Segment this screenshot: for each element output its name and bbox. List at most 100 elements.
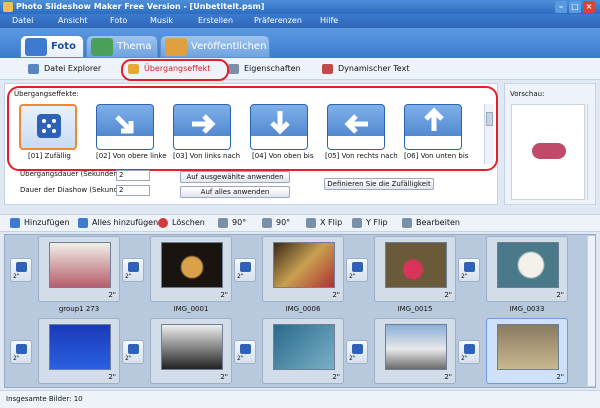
duration-input[interactable]: 2 bbox=[116, 170, 150, 181]
menu-ansicht[interactable]: Ansicht bbox=[58, 14, 88, 28]
photo-image bbox=[385, 242, 447, 288]
subtab-label: Eigenschaften bbox=[244, 64, 301, 73]
highlight-transitions bbox=[7, 86, 498, 171]
menu-musik[interactable]: Musik bbox=[150, 14, 173, 28]
y-flip-button[interactable]: Y Flip bbox=[352, 217, 388, 229]
photo-image bbox=[497, 242, 559, 288]
photo-image bbox=[273, 242, 335, 288]
rotate-right-icon bbox=[262, 218, 272, 228]
tab-foto[interactable]: Foto bbox=[20, 35, 84, 58]
slide-thumbnail[interactable]: 2" bbox=[262, 318, 344, 384]
slide-label: group1 273 bbox=[58, 305, 100, 313]
transition-duration: 2" bbox=[125, 355, 132, 362]
dice-icon bbox=[128, 262, 139, 272]
photo-image bbox=[497, 324, 559, 370]
transition-duration: 2" bbox=[349, 355, 356, 362]
dice-icon bbox=[128, 344, 139, 354]
dice-icon bbox=[240, 344, 251, 354]
slide-duration: 2" bbox=[108, 373, 116, 381]
slide-transition[interactable]: 2" bbox=[122, 258, 144, 282]
y-flip-icon bbox=[352, 218, 362, 228]
show-duration-input[interactable]: 2 bbox=[116, 185, 150, 196]
dice-icon bbox=[464, 262, 475, 272]
photo-image bbox=[161, 324, 223, 370]
define-random-button[interactable]: Definieren Sie die Zufälligkeit bbox=[324, 178, 434, 190]
slide-transition[interactable]: 2" bbox=[10, 258, 32, 282]
slide-transition[interactable]: 2" bbox=[10, 340, 32, 364]
tab-label: Thema bbox=[117, 41, 152, 52]
slide-duration: 2" bbox=[444, 291, 452, 299]
photo-image bbox=[161, 242, 223, 288]
delete-button[interactable]: Löschen bbox=[158, 217, 205, 229]
dice-icon bbox=[352, 262, 363, 272]
slide-duration: 2" bbox=[220, 373, 228, 381]
slide-label: IMG_0033 bbox=[509, 305, 545, 313]
slide-transition[interactable]: 2" bbox=[346, 340, 368, 364]
publish-icon bbox=[165, 38, 187, 56]
storyboard-scrollbar[interactable] bbox=[587, 236, 595, 386]
close-button[interactable]: × bbox=[583, 1, 595, 13]
slide-thumbnail[interactable]: 2" bbox=[486, 236, 568, 302]
magnifier-icon bbox=[28, 64, 39, 74]
apply-all-button[interactable]: Auf alles anwenden bbox=[180, 186, 290, 198]
tab-thema[interactable]: Thema bbox=[86, 35, 158, 58]
slide-transition[interactable]: 2" bbox=[122, 340, 144, 364]
preview-figure bbox=[532, 143, 566, 159]
preview-scrollbar[interactable] bbox=[587, 104, 595, 200]
subtab-eigenschaften[interactable]: Eigenschaften bbox=[226, 62, 301, 76]
subtab-label: Dynamischer Text bbox=[338, 64, 410, 73]
menu-datei[interactable]: Datei bbox=[12, 14, 33, 28]
add-all-button[interactable]: Alles hinzufügen bbox=[78, 217, 158, 229]
slide-duration: 2" bbox=[332, 291, 340, 299]
apply-selected-button[interactable]: Auf ausgewählte anwenden bbox=[180, 171, 290, 183]
dice-icon bbox=[16, 344, 27, 354]
edit-icon bbox=[402, 218, 412, 228]
menu-foto[interactable]: Foto bbox=[110, 14, 127, 28]
minimize-button[interactable]: – bbox=[555, 1, 567, 13]
rotate-right-label: 90° bbox=[276, 218, 291, 227]
rotate-right-button[interactable]: 90° bbox=[262, 217, 290, 229]
slide-thumbnail[interactable]: 2" bbox=[150, 236, 232, 302]
status-text: Insgesamte Bilder: 10 bbox=[6, 395, 83, 403]
tab-veroeffentlichen[interactable]: Veröffentlichen bbox=[160, 35, 270, 58]
slide-label: IMG_0001 bbox=[173, 305, 209, 313]
slide-transition[interactable]: 2" bbox=[458, 340, 480, 364]
dice-icon bbox=[352, 344, 363, 354]
slide-duration: 2" bbox=[220, 291, 228, 299]
transition-duration: 2" bbox=[13, 273, 20, 280]
slide-label: IMG_0006 bbox=[285, 305, 321, 313]
slide-transition[interactable]: 2" bbox=[234, 340, 256, 364]
slide-thumbnail[interactable]: 2" bbox=[486, 318, 568, 384]
transition-duration: 2" bbox=[237, 355, 244, 362]
title-bar: Photo Slideshow Maker Free Version - [Un… bbox=[0, 0, 600, 14]
slide-thumbnail[interactable]: 2" bbox=[38, 236, 120, 302]
add-button[interactable]: Hinzufügen bbox=[10, 217, 70, 229]
slide-thumbnail[interactable]: 2" bbox=[374, 318, 456, 384]
maximize-button[interactable]: □ bbox=[569, 1, 581, 13]
subtab-datei-explorer[interactable]: Datei Explorer bbox=[26, 62, 101, 76]
menu-hilfe[interactable]: Hilfe bbox=[320, 14, 338, 28]
subtab-label: Datei Explorer bbox=[44, 64, 102, 73]
slide-thumbnail[interactable]: 2" bbox=[262, 236, 344, 302]
photo-icon bbox=[25, 38, 47, 56]
x-flip-button[interactable]: X Flip bbox=[306, 217, 342, 229]
slide-thumbnail[interactable]: 2" bbox=[150, 318, 232, 384]
rotate-left-button[interactable]: 90° bbox=[218, 217, 246, 229]
transition-duration: 2" bbox=[125, 273, 132, 280]
slide-transition[interactable]: 2" bbox=[234, 258, 256, 282]
slide-transition[interactable]: 2" bbox=[346, 258, 368, 282]
slide-transition[interactable]: 2" bbox=[458, 258, 480, 282]
y-flip-label: Y Flip bbox=[366, 218, 388, 227]
x-flip-icon bbox=[306, 218, 316, 228]
add-label: Hinzufügen bbox=[24, 218, 70, 227]
slide-thumbnail[interactable]: 2" bbox=[38, 318, 120, 384]
status-bar: Insgesamte Bilder: 10 bbox=[0, 390, 600, 408]
menu-erstellen[interactable]: Erstellen bbox=[198, 14, 233, 28]
subtab-dynamischer-text[interactable]: Dynamischer Text bbox=[320, 62, 409, 76]
menu-praeferenzen[interactable]: Präferenzen bbox=[254, 14, 302, 28]
transition-duration: 2" bbox=[237, 273, 244, 280]
transition-duration: 2" bbox=[13, 355, 20, 362]
edit-button[interactable]: Bearbeiten bbox=[402, 217, 460, 229]
window-title: Photo Slideshow Maker Free Version - [Un… bbox=[16, 2, 265, 11]
slide-thumbnail[interactable]: 2" bbox=[374, 236, 456, 302]
